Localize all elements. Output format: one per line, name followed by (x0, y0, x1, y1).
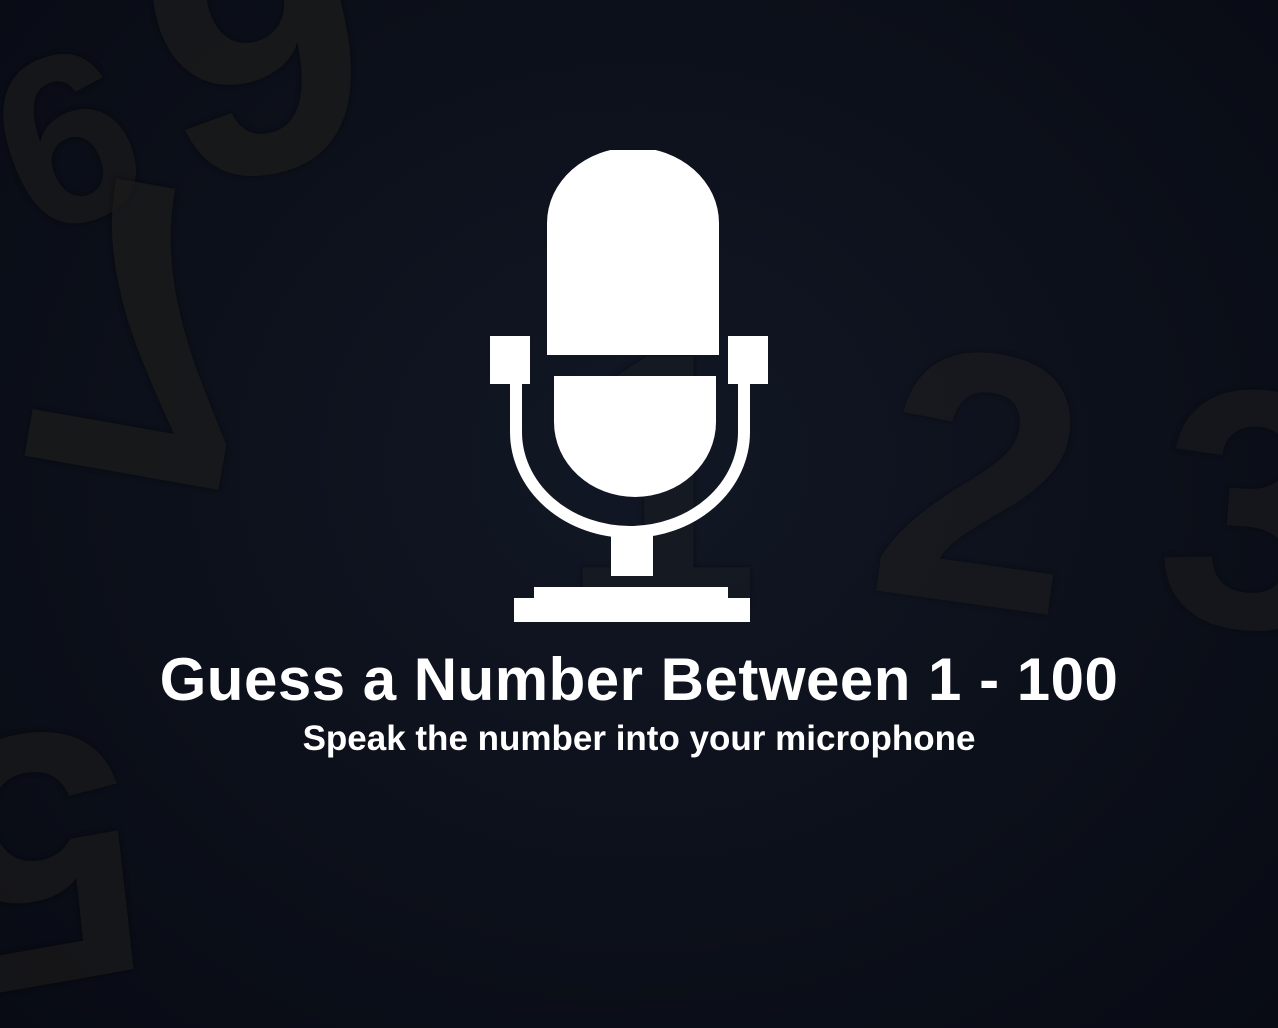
game-title: Guess a Number Between 1 - 100 (159, 646, 1119, 713)
game-screen: 9 9 7 5 2 3 1 Guess a Number Between 1 -… (0, 0, 1278, 1028)
background-digit: 2 (853, 267, 1108, 693)
background-digit: 3 (1146, 313, 1278, 707)
microphone-icon[interactable] (490, 150, 770, 625)
game-instruction: Speak the number into your microphone (302, 719, 976, 758)
